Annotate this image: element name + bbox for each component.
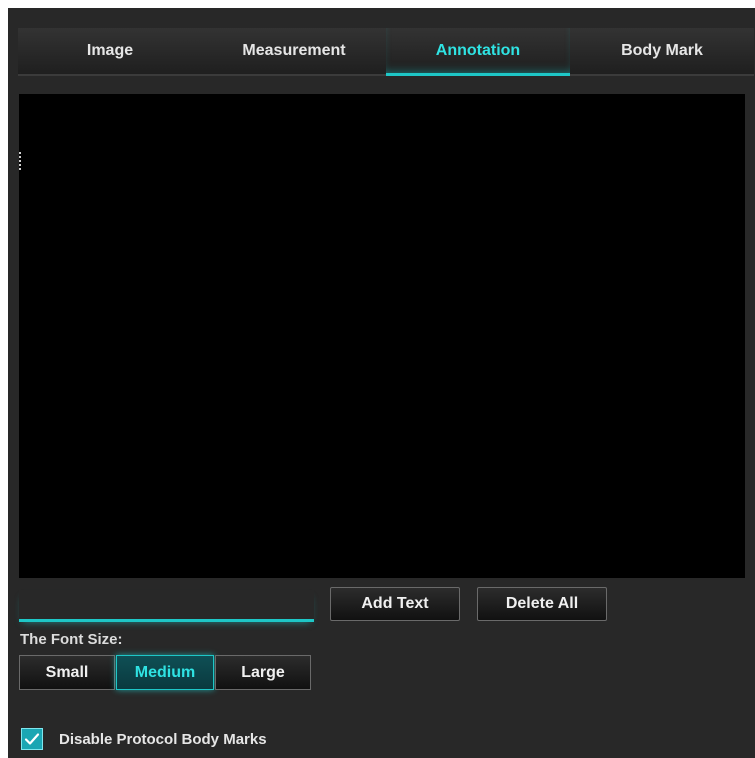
disable-protocol-body-marks-checkbox[interactable] xyxy=(21,728,43,750)
text-cursor-marker xyxy=(19,152,21,172)
font-size-medium-button[interactable]: Medium xyxy=(116,655,214,690)
disable-protocol-body-marks-label: Disable Protocol Body Marks xyxy=(59,730,267,748)
font-size-label: The Font Size: xyxy=(20,631,123,648)
tab-image[interactable]: Image xyxy=(18,28,202,76)
delete-all-button[interactable]: Delete All xyxy=(477,587,607,621)
tab-bar: Image Measurement Annotation Body Mark xyxy=(18,28,754,76)
annotation-canvas[interactable] xyxy=(19,94,745,578)
checkmark-icon xyxy=(24,733,40,745)
annotation-panel: Image Measurement Annotation Body Mark A… xyxy=(8,8,755,758)
font-size-selector: Small Medium Large xyxy=(19,655,312,690)
tab-annotation[interactable]: Annotation xyxy=(386,28,570,76)
disable-protocol-body-marks-option[interactable]: Disable Protocol Body Marks xyxy=(21,728,267,750)
font-size-large-button[interactable]: Large xyxy=(215,655,311,690)
font-size-small-button[interactable]: Small xyxy=(19,655,115,690)
tab-measurement[interactable]: Measurement xyxy=(202,28,386,76)
annotation-text-input[interactable] xyxy=(19,590,314,622)
add-text-button[interactable]: Add Text xyxy=(330,587,460,621)
tab-body-mark[interactable]: Body Mark xyxy=(570,28,754,76)
